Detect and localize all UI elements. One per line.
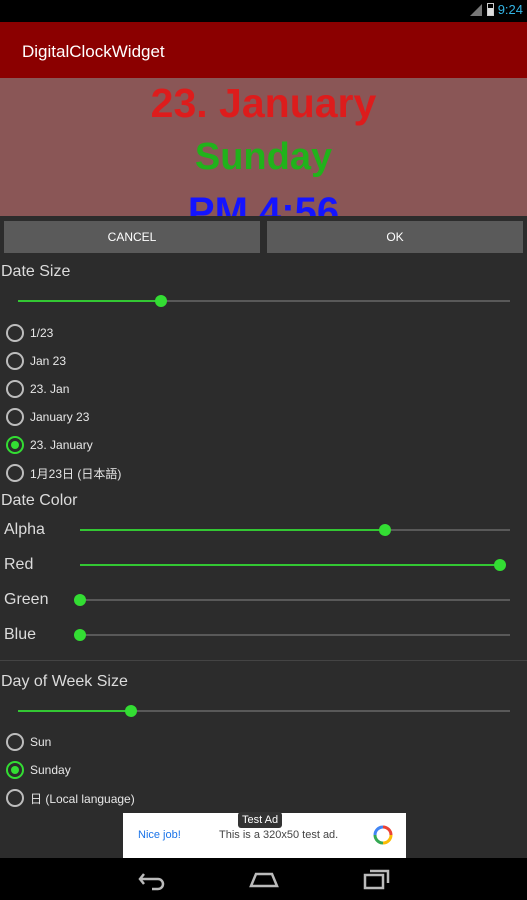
alpha-label: Alpha xyxy=(4,521,45,538)
recent-apps-icon[interactable] xyxy=(361,866,393,892)
day-of-week-size-slider[interactable] xyxy=(18,705,510,717)
alpha-fill xyxy=(80,529,386,531)
clock-preview: 23. January Sunday PM 4:56 xyxy=(0,78,527,216)
date-size-label: Date Size xyxy=(1,263,71,280)
red-slider[interactable] xyxy=(80,559,506,571)
action-bar: DigitalClockWidget xyxy=(0,22,527,78)
status-time: 9:24 xyxy=(497,2,523,17)
red-fill xyxy=(80,564,500,566)
date-size-slider[interactable] xyxy=(18,295,510,307)
ad-body-text: This is a 320x50 test ad. xyxy=(219,829,339,841)
preview-day: Sunday xyxy=(194,136,333,178)
radio-icon[interactable] xyxy=(6,464,24,482)
green-slider[interactable] xyxy=(74,594,510,606)
app-title: DigitalClockWidget xyxy=(22,42,165,61)
radio-icon[interactable] xyxy=(6,324,24,342)
day-format-label: Sun xyxy=(30,735,52,749)
green-thumb[interactable] xyxy=(74,594,86,606)
radio-icon[interactable] xyxy=(6,408,24,426)
red-thumb[interactable] xyxy=(494,559,506,571)
date-format-label: 1月23日 (日本語) xyxy=(30,466,122,481)
day-format-option[interactable]: Sunday xyxy=(6,758,71,782)
navigation-bar xyxy=(0,858,527,900)
alpha-slider[interactable] xyxy=(80,524,510,536)
cancel-button[interactable]: CANCEL xyxy=(4,221,260,253)
ad-headline: Nice job! xyxy=(138,829,181,841)
date-format-label: 1/23 xyxy=(30,326,54,340)
home-icon[interactable] xyxy=(248,866,280,892)
test-ad-tag: Test Ad xyxy=(238,812,283,828)
status-icons: 9:24 xyxy=(469,2,523,17)
preview-date: 23. January xyxy=(150,80,377,126)
section-divider xyxy=(0,660,527,661)
date-format-option[interactable]: Jan 23 xyxy=(6,349,66,373)
day-of-week-size-label: Day of Week Size xyxy=(1,673,128,690)
status-bar: 9:24 xyxy=(0,0,527,22)
date-format-label: 23. Jan xyxy=(30,382,70,396)
date-size-fill xyxy=(18,300,161,302)
date-format-option[interactable]: January 23 xyxy=(6,405,89,429)
radio-icon[interactable] xyxy=(6,436,24,454)
radio-icon[interactable] xyxy=(6,761,24,779)
alpha-thumb[interactable] xyxy=(379,524,392,536)
ad-logo-icon xyxy=(373,825,393,845)
day-format-label: 日 (Local language) xyxy=(30,791,135,806)
radio-icon[interactable] xyxy=(6,352,24,370)
radio-icon[interactable] xyxy=(6,733,24,751)
date-format-option[interactable]: 23. January xyxy=(6,433,93,457)
date-format-label: Jan 23 xyxy=(30,354,67,368)
radio-icon[interactable] xyxy=(6,789,24,807)
date-format-option[interactable]: 23. Jan xyxy=(6,377,69,401)
battery-icon xyxy=(486,3,494,16)
blue-thumb[interactable] xyxy=(74,629,86,641)
green-label: Green xyxy=(4,591,49,608)
blue-slider[interactable] xyxy=(74,629,510,641)
day-of-week-size-thumb[interactable] xyxy=(125,705,138,717)
date-color-label: Date Color xyxy=(1,492,78,509)
day-format-option[interactable]: 日 (Local language) xyxy=(6,786,135,810)
settings-dialog: CANCEL OK Date Size 1/23 Jan 23 23. Jan … xyxy=(0,216,527,858)
radio-icon[interactable] xyxy=(6,380,24,398)
ok-button[interactable]: OK xyxy=(267,221,523,253)
day-format-option[interactable]: Sun xyxy=(6,730,51,754)
blue-label: Blue xyxy=(4,626,37,643)
date-size-thumb[interactable] xyxy=(154,295,167,307)
date-format-label: January 23 xyxy=(30,410,90,424)
day-format-label: Sunday xyxy=(30,763,71,777)
back-icon[interactable] xyxy=(136,866,168,892)
date-format-option[interactable]: 1/23 xyxy=(6,321,53,345)
preview-time: PM 4:56 xyxy=(187,190,340,216)
date-format-option[interactable]: 1月23日 (日本語) xyxy=(6,461,121,485)
signal-icon xyxy=(469,3,482,16)
date-format-label: 23. January xyxy=(30,438,93,452)
red-label: Red xyxy=(4,556,34,573)
ad-banner[interactable]: Test Ad Nice job! This is a 320x50 test … xyxy=(123,812,406,859)
day-of-week-size-fill xyxy=(18,710,132,712)
